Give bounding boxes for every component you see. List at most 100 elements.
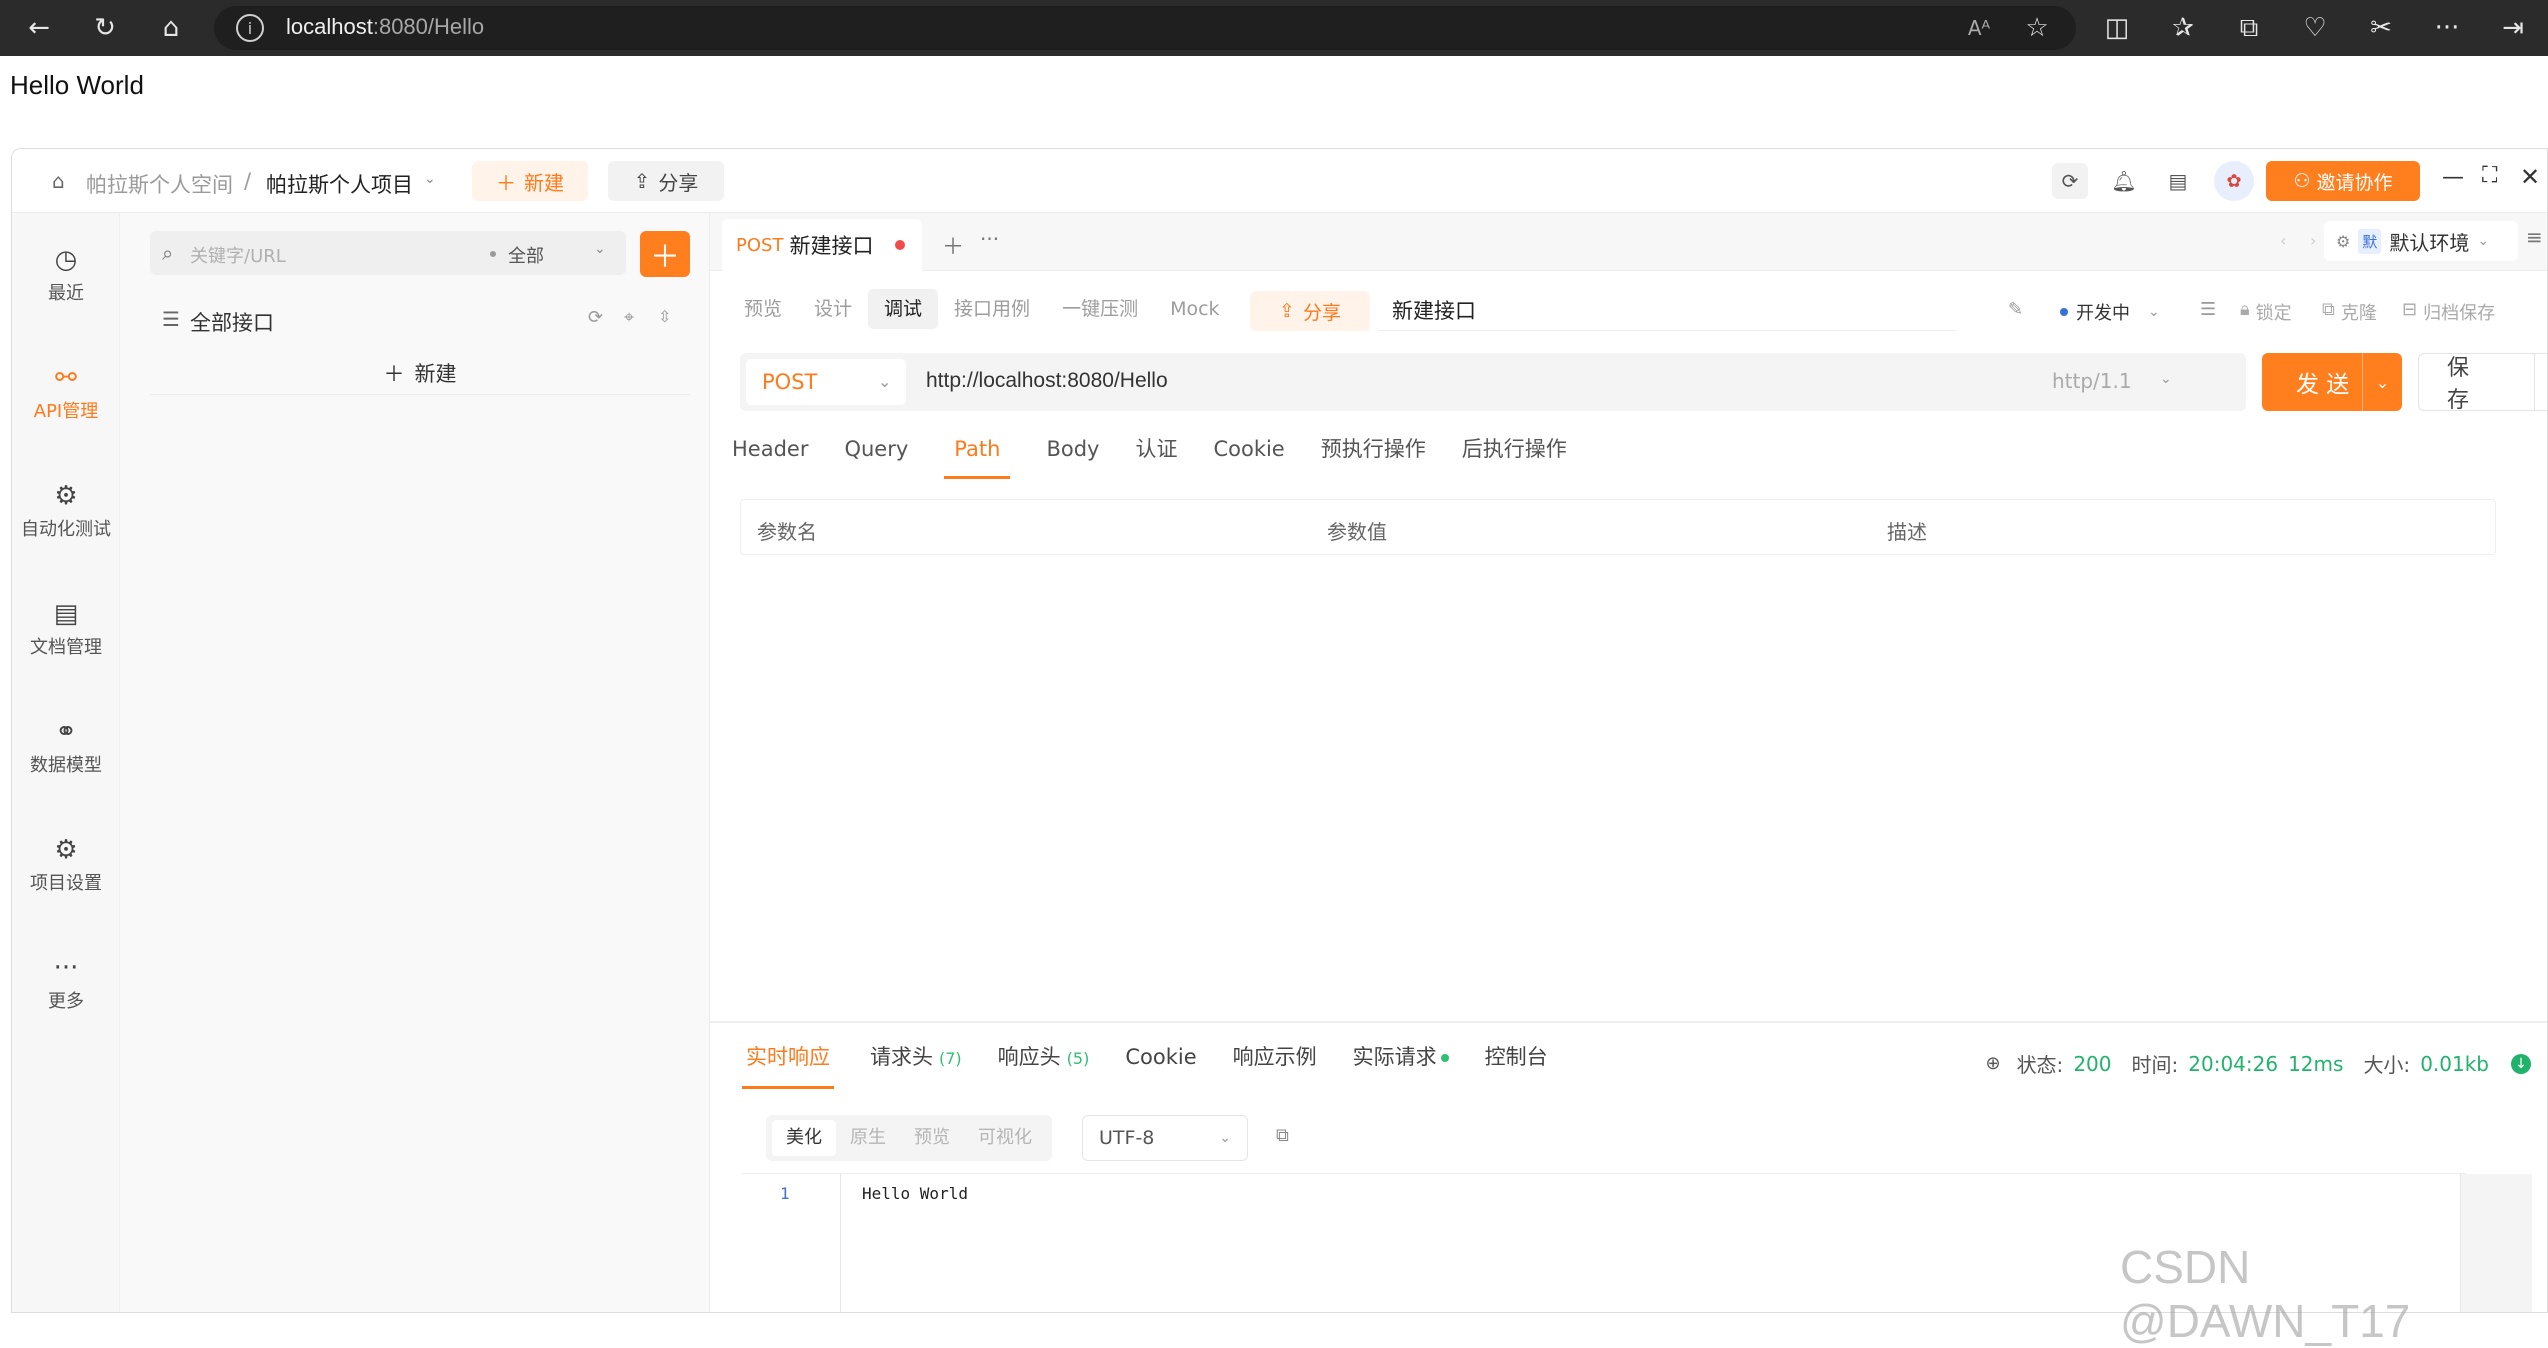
rail-item-6[interactable]: ··· 更多 (12, 953, 120, 1013)
status-select[interactable]: 开发中 ⌄ (2060, 299, 2160, 325)
notification-bell-icon[interactable]: 🔔︎ (2106, 163, 2142, 199)
api-share-button[interactable]: ⇪ 分享 (1250, 291, 1370, 331)
browser-menu-icon[interactable]: ··· (2424, 5, 2470, 51)
response-tab-1[interactable]: 请求头 (7) (870, 1037, 962, 1089)
url-input[interactable]: http://localhost:8080/Hello (926, 369, 1168, 393)
mode-tab-1[interactable]: 设计 (798, 289, 868, 329)
search-input[interactable]: 关键字/URL (190, 242, 286, 268)
favorite-star-icon[interactable]: ☆ (2014, 5, 2060, 51)
tab-prev-icon[interactable]: ‹ (2280, 231, 2286, 250)
close-icon[interactable]: ✕ (2520, 163, 2540, 191)
home-icon[interactable]: ⌂ (148, 5, 194, 51)
tree-new-button[interactable]: ＋ 新建 (150, 351, 690, 395)
header-new-label: 新建 (524, 170, 564, 195)
globe-icon[interactable]: ⊕ (1985, 1053, 2000, 1074)
rail-item-3[interactable]: ▤ 文档管理 (12, 599, 120, 659)
tab-next-icon[interactable]: › (2310, 231, 2316, 250)
add-tab-icon[interactable]: ＋ (942, 229, 964, 261)
response-tab-3[interactable]: Cookie (1125, 1037, 1196, 1089)
param-tab-1[interactable]: Query (844, 429, 908, 479)
environment-select[interactable]: ⚙ 默 默认环境 ⌄ (2324, 221, 2518, 261)
back-icon[interactable]: ← (16, 5, 62, 51)
address-text[interactable]: localhost:8080/Hello (286, 14, 484, 40)
save-button[interactable]: 保 存 ⌄ (2418, 353, 2547, 413)
screenshot-icon[interactable]: ✂ (2358, 5, 2404, 51)
rail-item-1[interactable]: ⚯ API管理 (12, 363, 120, 423)
panel-menu-icon[interactable]: ≡ (2526, 225, 2543, 249)
mode-tab-4[interactable]: 一键压测 (1046, 289, 1154, 329)
mode-tab-5[interactable]: Mock (1154, 289, 1235, 329)
invite-button[interactable]: ⚇ 邀请协作 (2266, 161, 2420, 201)
breadcrumb-space[interactable]: 帕拉斯个人空间 (86, 169, 233, 199)
format-tab-3[interactable]: 可视化 (964, 1120, 1046, 1156)
add-api-button[interactable]: ＋ (640, 231, 690, 277)
refresh-icon[interactable]: ↻ (82, 5, 128, 51)
outline-icon[interactable]: ☰ (2200, 299, 2216, 320)
param-tab-6[interactable]: 预执行操作 (1321, 429, 1426, 479)
search-box[interactable]: ⌕ 关键字/URL 全部 ⌄ (150, 231, 626, 275)
response-duration: 12ms (2288, 1051, 2344, 1076)
read-aloud-icon[interactable]: Aᴬ (1956, 5, 2002, 51)
param-tab-5[interactable]: Cookie (1213, 429, 1284, 479)
locate-icon[interactable]: ⌖ (624, 307, 634, 328)
mode-tab-0[interactable]: 预览 (728, 289, 798, 329)
http-version-select[interactable]: http/1.1 (2052, 369, 2132, 393)
health-icon[interactable]: ♡ (2292, 5, 2338, 51)
lock-button[interactable]: 🔒︎ 锁定 (2240, 299, 2292, 325)
history-icon: ◷ (54, 245, 78, 275)
header-share-button[interactable]: ⇪ 分享 (608, 161, 724, 201)
param-tab-7[interactable]: 后执行操作 (1462, 429, 1567, 479)
param-tab-3[interactable]: Body (1046, 429, 1099, 479)
api-name-input[interactable]: 新建接口 (1378, 291, 1956, 331)
format-tab-0[interactable]: 美化 (772, 1120, 836, 1156)
format-tab-1[interactable]: 原生 (836, 1120, 900, 1156)
maximize-icon[interactable]: ⛶ (2482, 163, 2497, 188)
split-screen-icon[interactable]: ◫ (2094, 5, 2140, 51)
response-body: Hello World (862, 1184, 968, 1203)
sync-icon[interactable]: ⟳ (2052, 163, 2088, 199)
address-bar[interactable] (214, 6, 2076, 50)
response-tab-2[interactable]: 响应头 (5) (998, 1037, 1090, 1089)
refresh-icon[interactable]: ⟳ (588, 307, 603, 328)
format-tab-2[interactable]: 预览 (900, 1120, 964, 1156)
tree-root-all-api[interactable]: ☰ 全部接口 ⟳ ⌖ ⇳ (150, 297, 690, 341)
copy-icon[interactable]: ⧉ (1276, 1125, 1289, 1146)
request-tab[interactable]: POST 新建接口 (722, 219, 922, 271)
mode-tab-3[interactable]: 接口用例 (938, 289, 1046, 329)
clone-button[interactable]: ⧉ 克隆 (2322, 299, 2377, 325)
avatar[interactable]: ✿ (2214, 161, 2254, 201)
filter-select[interactable]: 全部 (508, 242, 544, 268)
rail-item-5[interactable]: ⚙ 项目设置 (12, 835, 120, 895)
chevron-down-icon[interactable]: ⌄ (2534, 353, 2547, 411)
collections-icon[interactable]: ⧉ (2226, 5, 2272, 51)
message-icon[interactable]: ▤ (2160, 163, 2196, 199)
chevron-down-icon[interactable]: ⌄ (424, 171, 436, 187)
encoding-select[interactable]: UTF-8 ⌄ (1082, 1115, 1248, 1161)
response-tab-5[interactable]: 实际请求 (1353, 1037, 1449, 1089)
response-tab-0[interactable]: 实时响应 (742, 1037, 834, 1089)
edit-icon[interactable]: ✎ (2008, 299, 2023, 320)
breadcrumb-project[interactable]: 帕拉斯个人项目 (266, 169, 413, 199)
favorites-icon[interactable]: ✰ (2160, 5, 2206, 51)
response-tab-4[interactable]: 响应示例 (1233, 1037, 1317, 1089)
site-info-icon[interactable]: i (236, 14, 264, 42)
param-tab-2[interactable]: Path (944, 429, 1011, 479)
sidebar-toggle-icon[interactable]: ⇥ (2490, 5, 2536, 51)
mode-tab-2[interactable]: 调试 (868, 289, 939, 329)
rail-item-2[interactable]: ⚙ 自动化测试 (12, 481, 120, 541)
rail-item-4[interactable]: ⚭ 数据模型 (12, 717, 120, 777)
send-options-icon[interactable]: ⌄ (2362, 353, 2402, 411)
expand-collapse-icon[interactable]: ⇳ (658, 307, 671, 326)
minimize-icon[interactable]: — (2442, 165, 2464, 190)
tab-more-icon[interactable]: ··· (980, 227, 999, 251)
col-param-value: 参数值 (1327, 520, 1387, 544)
response-tab-6[interactable]: 控制台 (1485, 1037, 1548, 1089)
header-new-button[interactable]: ＋ 新建 (472, 161, 588, 201)
param-tab-0[interactable]: Header (732, 429, 808, 479)
home-icon[interactable]: ⌂ (52, 169, 65, 193)
param-tab-4[interactable]: 认证 (1135, 429, 1177, 479)
rail-item-0[interactable]: ◷ 最近 (12, 245, 120, 305)
chevron-down-icon[interactable]: ⌄ (594, 241, 606, 257)
download-icon[interactable]: ↓ (2511, 1053, 2531, 1074)
archive-button[interactable]: ⊟ 归档保存 (2402, 299, 2495, 325)
